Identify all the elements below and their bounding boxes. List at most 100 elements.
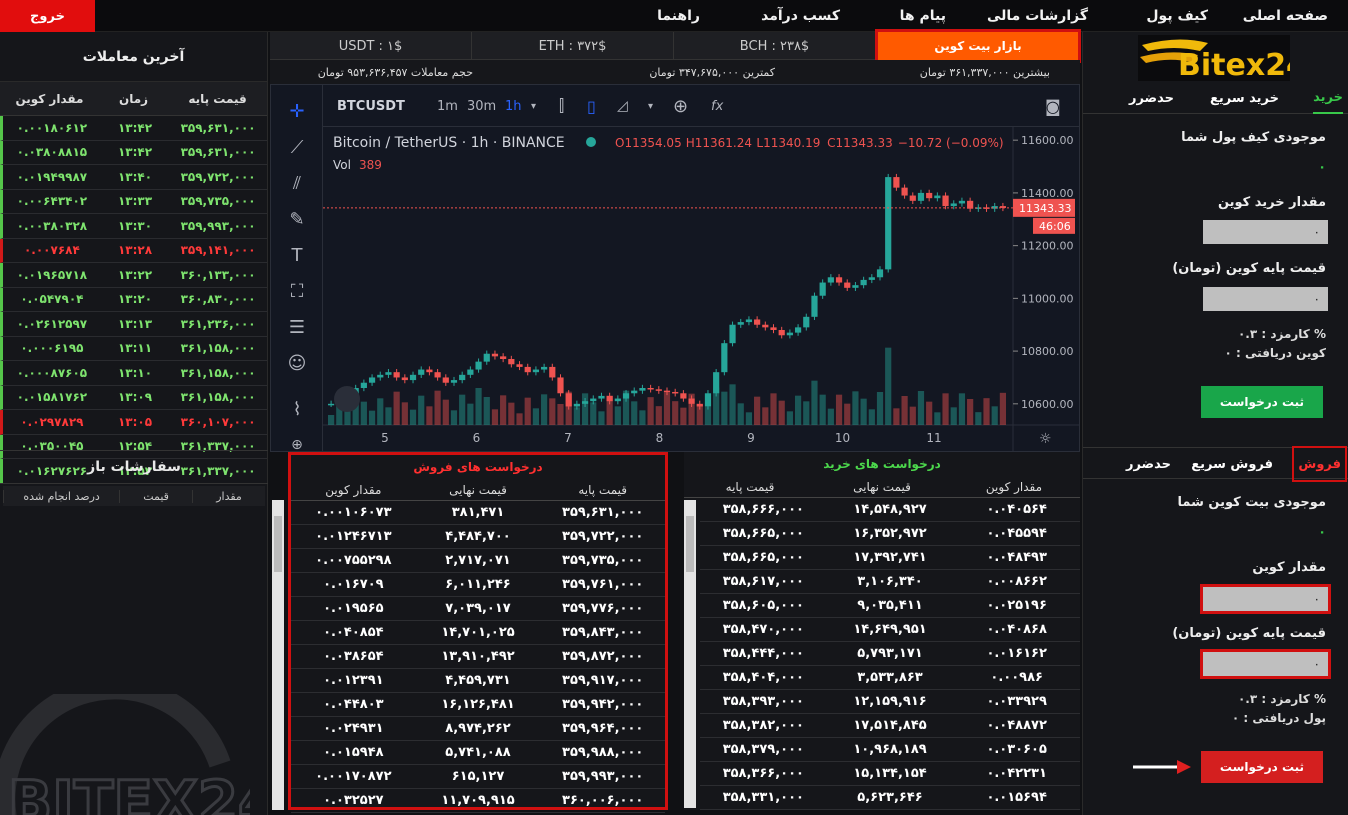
- order-amount: ۰.۰۱۵۹۴۸: [323, 745, 384, 760]
- sell-order-row[interactable]: ۰.۰۰۱۷۰۸۷۲ ۶۱۵,۱۲۷ ۳۵۹,۹۹۳,۰۰۰: [291, 765, 665, 789]
- price-tick-label: 11400.00: [1021, 187, 1074, 200]
- trade-time: ۱۳:۴۰: [117, 169, 153, 184]
- order-amount: ۰.۰۱۶۷۰۹: [323, 577, 384, 592]
- tab-buy-stop-loss[interactable]: حدضرر: [1129, 82, 1174, 114]
- buy-order-row[interactable]: ۳۵۸,۶۶۵,۰۰۰ ۱۷,۳۹۲,۷۴۱ ۰.۰۴۸۴۹۳: [700, 546, 1080, 570]
- buy-order-row[interactable]: ۳۵۸,۳۷۹,۰۰۰ ۱۰,۹۶۸,۱۸۹ ۰.۰۳۰۶۰۵: [700, 738, 1080, 762]
- chart-symbol[interactable]: BTCUSDT: [337, 85, 405, 127]
- sell-order-row[interactable]: ۰.۰۴۴۸۰۳ ۱۶,۱۲۶,۴۸۱ ۳۵۹,۹۴۲,۰۰۰: [291, 693, 665, 717]
- volume-bar: [606, 395, 613, 425]
- order-base-price: ۳۵۸,۳۷۹,۰۰۰: [722, 742, 804, 757]
- buy-order-row[interactable]: ۳۵۸,۳۸۲,۰۰۰ ۱۷,۵۱۴,۸۴۵ ۰.۰۴۸۸۷۲: [700, 714, 1080, 738]
- sell-order-row[interactable]: ۰.۰۳۸۶۵۴ ۱۳,۹۱۰,۴۹۲ ۳۵۹,۸۷۲,۰۰۰: [291, 645, 665, 669]
- buy-order-row[interactable]: ۳۵۸,۴۰۴,۰۰۰ ۳,۵۳۳,۸۶۳ ۰.۰۰۹۸۶: [700, 666, 1080, 690]
- nav-financial-reports[interactable]: گزارشات مالی: [987, 0, 1088, 32]
- ticker-usdt[interactable]: USDT : ۱$: [270, 32, 472, 60]
- sell-submit-button[interactable]: ثبت درخواست: [1201, 751, 1323, 783]
- brush-icon[interactable]: ✎: [285, 207, 309, 231]
- tab-sell[interactable]: فروش: [1292, 446, 1347, 482]
- buy-order-row[interactable]: ۳۵۸,۴۷۰,۰۰۰ ۱۴,۶۴۹,۹۵۱ ۰.۰۴۰۸۶۸: [700, 618, 1080, 642]
- nav-home[interactable]: صفحه اصلی: [1243, 0, 1328, 32]
- volume-bar: [655, 406, 662, 425]
- order-amount: ۰.۰۴۰۸۶۸: [986, 622, 1047, 637]
- text-tool-icon[interactable]: T: [285, 243, 309, 267]
- buy-book-scrollbar[interactable]: [684, 500, 696, 808]
- fx-icon[interactable]: fx: [711, 85, 723, 127]
- emoji-icon[interactable]: ☺: [285, 351, 309, 375]
- area-chart-icon[interactable]: ◿: [617, 85, 628, 127]
- tab-quick-buy[interactable]: خرید سریع: [1210, 82, 1279, 114]
- sell-order-row[interactable]: ۰.۰۱۲۳۹۱ ۴,۴۵۹,۷۳۱ ۳۵۹,۹۱۷,۰۰۰: [291, 669, 665, 693]
- sell-order-row[interactable]: ۰.۰۱۹۵۶۵ ۷,۰۳۹,۰۱۷ ۳۵۹,۷۷۶,۰۰۰: [291, 597, 665, 621]
- legend-l: L11340.19: [756, 136, 820, 150]
- buy-amount-input[interactable]: [1203, 220, 1328, 244]
- interval-30m[interactable]: 30m: [467, 85, 496, 127]
- logout-button[interactable]: خروج: [0, 0, 95, 32]
- order-base-price: ۳۵۹,۹۱۷,۰۰۰: [562, 673, 644, 688]
- sell-order-row[interactable]: ۰.۰۱۵۹۴۸ ۵,۷۴۱,۰۸۸ ۳۵۹,۹۸۸,۰۰۰: [291, 741, 665, 765]
- sell-price-input[interactable]: [1200, 649, 1331, 679]
- candle-body: [557, 377, 564, 394]
- buy-order-row[interactable]: ۳۵۸,۶۶۵,۰۰۰ ۱۶,۳۵۲,۹۷۲ ۰.۰۴۵۵۹۴: [700, 522, 1080, 546]
- sell-order-row[interactable]: ۰.۰۱۶۷۰۹ ۶,۰۱۱,۲۴۶ ۳۵۹,۷۶۱,۰۰۰: [291, 573, 665, 597]
- tab-buy[interactable]: خرید: [1313, 82, 1343, 114]
- pattern-icon[interactable]: ⛶: [285, 279, 309, 303]
- buy-order-row[interactable]: ۳۵۸,۳۳۱,۰۰۰ ۵,۶۲۳,۶۴۶ ۰.۰۱۵۶۹۴: [700, 786, 1080, 810]
- sell-order-row[interactable]: ۰.۰۰۷۵۵۲۹۸ ۲,۷۱۷,۰۷۱ ۳۵۹,۷۳۵,۰۰۰: [291, 549, 665, 573]
- ticker-eth[interactable]: ETH : ۳۷۲$: [472, 32, 674, 60]
- buy-submit-button[interactable]: ثبت درخواست: [1201, 386, 1323, 418]
- order-final-price: ۱۰,۹۶۸,۱۸۹: [853, 742, 927, 757]
- candle-body: [934, 195, 941, 199]
- fib-icon[interactable]: ⫽: [285, 171, 309, 195]
- volume-bar: [770, 393, 777, 425]
- trade-price: ۳۶۱,۱۵۸,۰۰۰: [180, 341, 256, 356]
- sell-order-row[interactable]: ۰.۰۴۰۸۵۴ ۱۴,۷۰۱,۰۲۵ ۳۵۹,۸۴۳,۰۰۰: [291, 621, 665, 645]
- order-base-price: ۳۵۹,۹۴۲,۰۰۰: [562, 697, 644, 712]
- trendline-icon[interactable]: ⟋: [285, 135, 309, 159]
- nav-wallet[interactable]: کیف پول: [1146, 0, 1208, 32]
- chart-type-dropdown-icon[interactable]: ▾: [648, 85, 653, 127]
- ruler-icon[interactable]: ⌇: [285, 397, 309, 421]
- bar-style-icon[interactable]: ⫿: [559, 85, 564, 127]
- ticker-bch[interactable]: BCH : ۲۳۸$: [674, 32, 876, 60]
- bitex24-logo[interactable]: Bitex24: [1138, 35, 1307, 83]
- buy-order-row[interactable]: ۳۵۸,۳۹۳,۰۰۰ ۱۲,۱۵۹,۹۱۶ ۰.۰۳۳۹۲۹: [700, 690, 1080, 714]
- interval-dropdown-icon[interactable]: ▾: [531, 85, 536, 127]
- volume-bar: [917, 391, 925, 425]
- buy-order-row[interactable]: ۳۵۸,۶۰۵,۰۰۰ ۹,۰۳۵,۴۱۱ ۰.۰۲۵۱۹۶: [700, 594, 1080, 618]
- interval-1m[interactable]: 1m: [437, 85, 458, 127]
- sell-order-row[interactable]: ۰.۰۳۲۵۲۷ ۱۱,۷۰۹,۹۱۵ ۳۶۰,۰۰۶,۰۰۰: [291, 789, 665, 813]
- tab-sell-stop-loss[interactable]: حدضرر: [1126, 448, 1171, 480]
- candles-icon[interactable]: ▯: [587, 85, 596, 127]
- sell-order-row[interactable]: ۰.۰۰۱۰۶۰۷۳ ۳۸۱,۴۷۱ ۳۵۹,۶۳۱,۰۰۰: [291, 501, 665, 525]
- order-base-price: ۳۵۸,۳۶۶,۰۰۰: [722, 766, 804, 781]
- sell-book-scrollbar[interactable]: [272, 500, 284, 810]
- buy-order-row[interactable]: ۳۵۸,۴۴۴,۰۰۰ ۵,۷۹۳,۱۷۱ ۰.۰۱۶۱۶۲: [700, 642, 1080, 666]
- tab-quick-sell[interactable]: فروش سریع: [1191, 448, 1273, 480]
- camera-icon[interactable]: ◙: [1045, 85, 1061, 127]
- nav-guide[interactable]: راهنما: [657, 0, 700, 32]
- measure-icon[interactable]: ☰: [285, 315, 309, 339]
- time-tick-label: 8: [656, 431, 664, 445]
- sell-tabs: فروش فروش سریع حدضرر: [1083, 446, 1348, 482]
- crosshair-icon[interactable]: ✛: [285, 99, 309, 123]
- candle-body: [811, 295, 818, 317]
- buy-order-row[interactable]: ۳۵۸,۶۱۷,۰۰۰ ۳,۱۰۶,۳۴۰ ۰.۰۰۸۶۶۲: [700, 570, 1080, 594]
- price-chart[interactable]: ✛ ⟋ ⫽ ✎ T ⛶ ☰ ☺ ⌇ ⊕ BTCUSDT 1m 30m 1h ▾ …: [270, 84, 1080, 453]
- sell-order-row[interactable]: ۰.۰۱۲۴۶۷۱۳ ۴,۴۸۴,۷۰۰ ۳۵۹,۷۲۲,۰۰۰: [291, 525, 665, 549]
- nav-messages[interactable]: پیام ها: [900, 0, 946, 32]
- bitcoin-market-button[interactable]: بازار بیت کوین: [875, 29, 1081, 63]
- bitex-watermark-logo: BITEX24: [0, 694, 250, 815]
- legend-h: H11361.24: [686, 136, 752, 150]
- buy-order-row[interactable]: ۳۵۸,۳۶۶,۰۰۰ ۱۵,۱۳۴,۱۵۴ ۰.۰۴۲۲۳۱: [700, 762, 1080, 786]
- buy-order-row[interactable]: ۳۵۸,۶۶۶,۰۰۰ ۱۴,۵۴۸,۹۲۷ ۰.۰۴۰۵۶۴: [700, 498, 1080, 522]
- volume-bar: [950, 407, 957, 425]
- chart-canvas[interactable]: 11600.00 11400.00 11200.00 11000.00 10800.00…: [323, 127, 1079, 451]
- sell-amount-input[interactable]: [1200, 584, 1331, 614]
- sell-order-row[interactable]: ۰.۰۲۴۹۳۱ ۸,۹۷۴,۲۶۲ ۳۵۹,۹۶۴,۰۰۰: [291, 717, 665, 741]
- buy-price-input[interactable]: [1203, 287, 1328, 311]
- nav-earn-money[interactable]: کسب درآمد: [761, 0, 840, 32]
- interval-1h[interactable]: 1h: [505, 85, 522, 127]
- candle-body: [532, 369, 540, 373]
- indicator-add-icon[interactable]: ⊕: [673, 85, 688, 127]
